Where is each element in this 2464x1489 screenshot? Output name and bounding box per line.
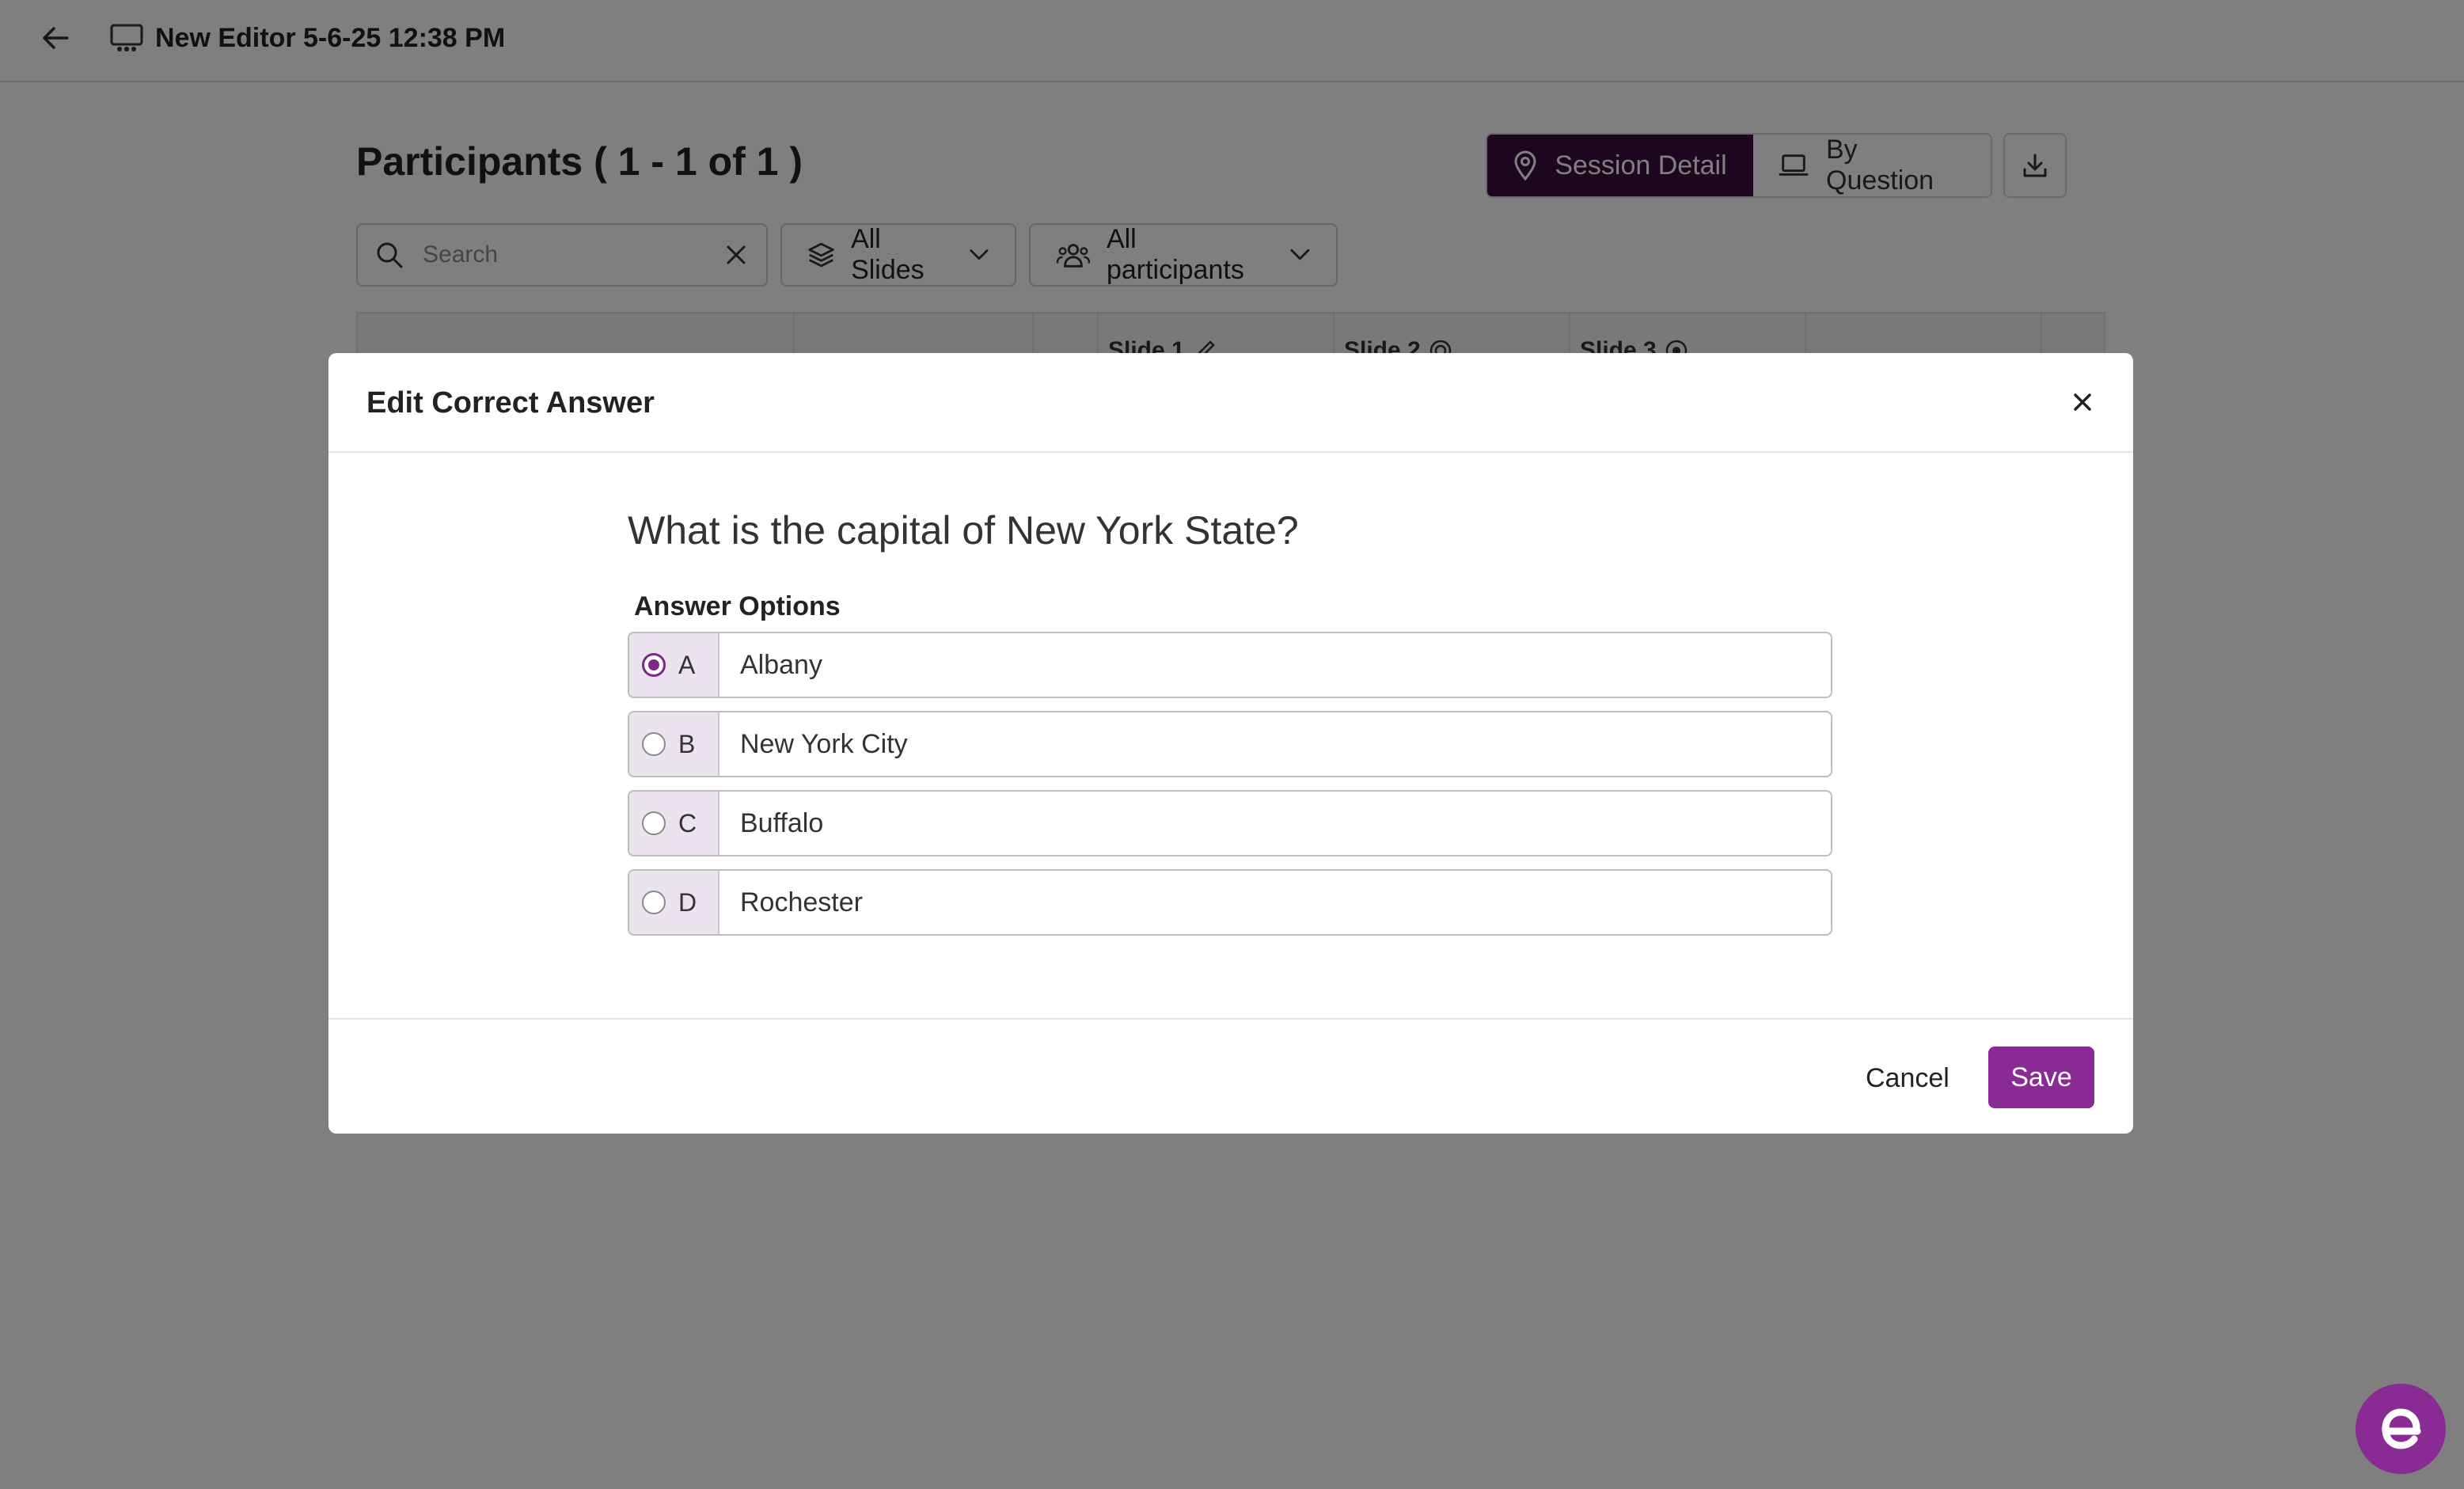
option-letter: B (678, 729, 696, 758)
help-chat-button[interactable] (2356, 1384, 2446, 1474)
radio-button[interactable] (642, 732, 666, 756)
option-text: New York City (740, 728, 908, 759)
answer-options-label: Answer Options (634, 591, 841, 621)
brand-logo-icon (2382, 1408, 2421, 1449)
radio-button[interactable] (642, 811, 666, 835)
answer-option-d[interactable]: D Rochester (628, 869, 1832, 936)
option-letter: A (678, 650, 696, 679)
save-button[interactable]: Save (1988, 1046, 2094, 1108)
cancel-button[interactable]: Cancel (1866, 1048, 1950, 1108)
radio-button[interactable] (642, 891, 666, 914)
answer-option-c[interactable]: C Buffalo (628, 790, 1832, 857)
radio-button-checked[interactable] (642, 653, 666, 677)
option-selector[interactable]: A (629, 633, 719, 697)
modal-footer: Cancel Save (328, 1018, 2133, 1134)
option-selector[interactable]: D (629, 871, 719, 934)
close-icon (2074, 393, 2091, 411)
answer-option-a[interactable]: A Albany (628, 632, 1832, 698)
option-text: Buffalo (740, 807, 824, 838)
option-text: Rochester (740, 887, 863, 917)
modal-title: Edit Correct Answer (366, 386, 655, 420)
answer-option-b[interactable]: B New York City (628, 711, 1832, 777)
option-selector[interactable]: B (629, 712, 719, 776)
question-text: What is the capital of New York State? (628, 508, 1299, 553)
edit-correct-answer-modal: Edit Correct Answer What is the capital … (328, 353, 2133, 1134)
option-letter: C (678, 808, 697, 838)
option-letter: D (678, 887, 697, 917)
option-selector[interactable]: C (629, 792, 719, 855)
option-text: Albany (740, 649, 822, 680)
modal-header: Edit Correct Answer (328, 353, 2133, 453)
modal-close-button[interactable] (2063, 383, 2101, 421)
